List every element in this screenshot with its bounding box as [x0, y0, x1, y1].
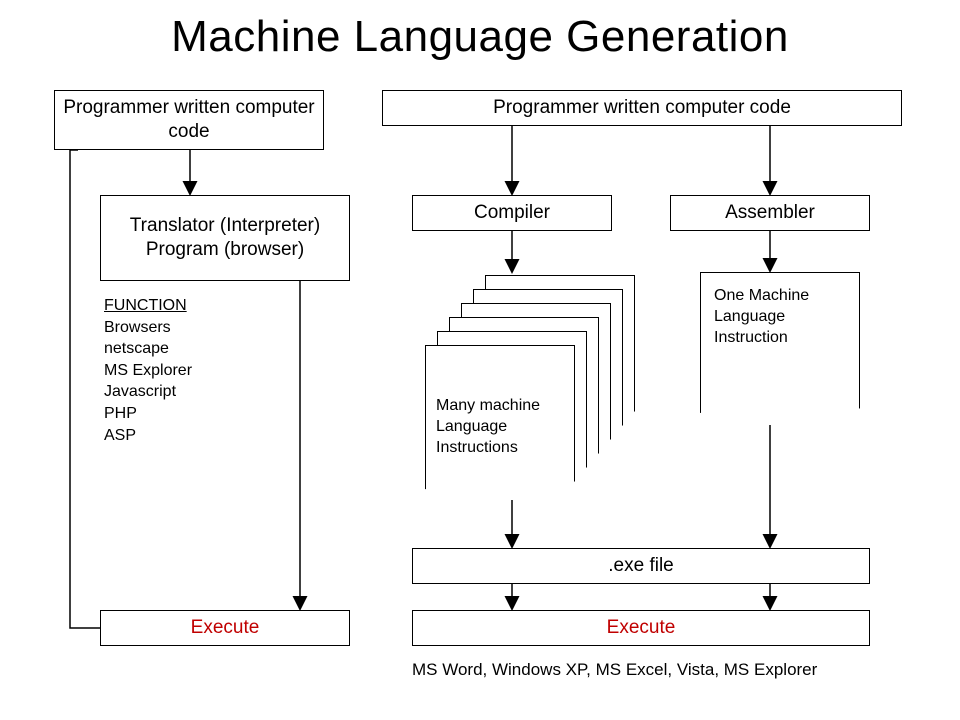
function-list: FUNCTION Browsers netscape MS Explorer J…: [104, 295, 264, 446]
text-left-execute: Execute: [191, 616, 260, 640]
box-right-source: Programmer written computer code: [382, 90, 902, 126]
function-item: netscape: [104, 338, 264, 360]
text-many-instr: Many machine Language Instructions: [436, 396, 574, 458]
box-translator: Translator (Interpreter) Program (browse…: [100, 195, 350, 281]
box-assembler: Assembler: [670, 195, 870, 231]
text-right-execute: Execute: [607, 616, 676, 640]
box-compiler: Compiler: [412, 195, 612, 231]
function-item: MS Explorer: [104, 360, 264, 382]
text-compiler: Compiler: [474, 201, 550, 225]
doc-one: One Machine Language Instruction: [700, 272, 860, 432]
slide-title: Machine Language Generation: [0, 0, 960, 62]
box-left-source: Programmer written computer code: [54, 90, 324, 150]
function-item: Browsers: [104, 317, 264, 339]
text-assembler: Assembler: [725, 201, 815, 225]
docstack-many: Many machine Language Instructions: [425, 275, 635, 495]
box-left-execute: Execute: [100, 610, 350, 646]
box-right-execute: Execute: [412, 610, 870, 646]
function-header: FUNCTION: [104, 295, 264, 317]
function-item: Javascript: [104, 381, 264, 403]
text-one-instr: One Machine Language Instruction: [714, 286, 860, 348]
function-item: PHP: [104, 403, 264, 425]
function-item: ASP: [104, 425, 264, 447]
text-translator: Translator (Interpreter) Program (browse…: [107, 214, 343, 262]
box-exe: .exe file: [412, 548, 870, 584]
text-exe: .exe file: [608, 554, 673, 578]
bottom-caption: MS Word, Windows XP, MS Excel, Vista, MS…: [412, 660, 817, 680]
text-right-source: Programmer written computer code: [493, 96, 791, 120]
text-left-source: Programmer written computer code: [61, 96, 317, 144]
